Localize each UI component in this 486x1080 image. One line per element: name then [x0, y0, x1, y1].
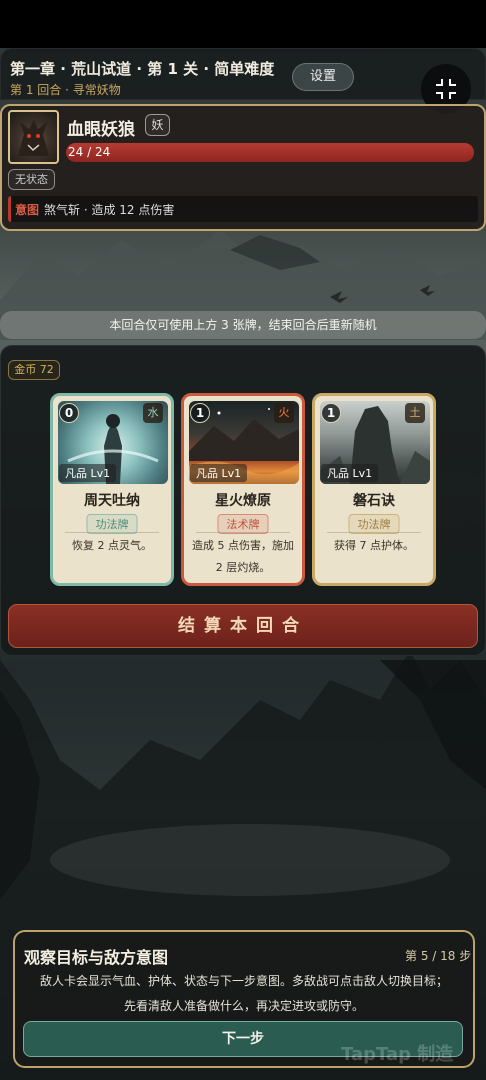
- card-name: 磐石诀: [353, 493, 395, 509]
- intent-text: 煞气斩 · 造成 12 点伤害: [44, 203, 175, 217]
- card-element: 水: [143, 403, 163, 423]
- watermark-logo: TapTap 制造: [341, 1044, 454, 1065]
- card-panshi-jue[interactable]: 1 土 凡品 Lv1 磐石诀 功法牌 获得 7 点护体。: [312, 393, 436, 586]
- card-type: 功法牌: [86, 514, 138, 534]
- card-xinghuo-liaoyuan[interactable]: 1 火 凡品 Lv1 星火燎原 法术牌 造成 5 点伤害，施加 2 层灼烧。: [181, 393, 305, 586]
- card-cost: 1: [321, 403, 341, 423]
- tutorial-line-1: 敌人卡会显示气血、护体、状态与下一步意图。多敌战可点击敌人切换目标；: [39, 974, 448, 988]
- tutorial-body: 敌人卡会显示气血、护体、状态与下一步意图。多敌战可点击敌人切换目标； 先看清敌人…: [24, 969, 464, 1019]
- status-bar: [0, 0, 486, 48]
- round-info: 第 1 回合 · 寻常妖物: [10, 83, 121, 97]
- card-description: 获得 7 点护体。: [334, 539, 414, 552]
- gold-counter: 金币 72: [8, 360, 60, 380]
- intent-label: 意图: [15, 203, 40, 217]
- settings-button[interactable]: 设置: [292, 63, 354, 91]
- card-rank: 凡品 Lv1: [190, 464, 248, 482]
- enemy-status-badge: 无状态: [8, 169, 55, 190]
- card-description: 造成 5 点伤害，施加 2 层灼烧。: [192, 539, 294, 574]
- card-rank: 凡品 Lv1: [321, 464, 379, 482]
- card-type: 功法牌: [348, 514, 400, 534]
- card-rank: 凡品 Lv1: [59, 464, 117, 482]
- end-turn-button[interactable]: 结算本回合: [8, 604, 478, 648]
- tutorial-title: 观察目标与敌方意图: [24, 948, 169, 967]
- tutorial-line-2: 先看清敌人准备做什么，再决定进攻或防守。: [123, 999, 364, 1013]
- card-element: 火: [274, 403, 294, 423]
- level-title: 第一章 · 荒山试道 · 第 1 关 · 简单难度: [10, 60, 275, 78]
- card-zhoutian-tuna[interactable]: 0 水 凡品 Lv1 周天吐纳 功法牌 恢复 2 点灵气。: [50, 393, 174, 586]
- card-name: 星火燎原: [215, 493, 271, 509]
- card-divider: [65, 532, 159, 533]
- hand-notice: 本回合仅可使用上方 3 张牌，结束回合后重新随机: [0, 311, 486, 339]
- enemy-hp-bar: [66, 143, 474, 162]
- card-cost: 0: [59, 403, 79, 423]
- card-name: 周天吐纳: [84, 493, 140, 509]
- enemy-type-tag: 妖: [145, 114, 170, 136]
- exit-fullscreen-icon: [436, 79, 456, 99]
- card-divider: [327, 532, 421, 533]
- enemy-hp-text: 24 / 24: [68, 145, 111, 159]
- card-type: 法术牌: [217, 514, 269, 534]
- enemy-portrait: [8, 110, 59, 164]
- card-divider: [196, 532, 290, 533]
- enemy-name: 血眼妖狼: [67, 120, 135, 140]
- tutorial-step-counter: 第 5 / 18 步: [405, 949, 472, 963]
- card-cost: 1: [190, 403, 210, 423]
- card-element: 土: [405, 403, 425, 423]
- card-description: 恢复 2 点灵气。: [72, 539, 152, 552]
